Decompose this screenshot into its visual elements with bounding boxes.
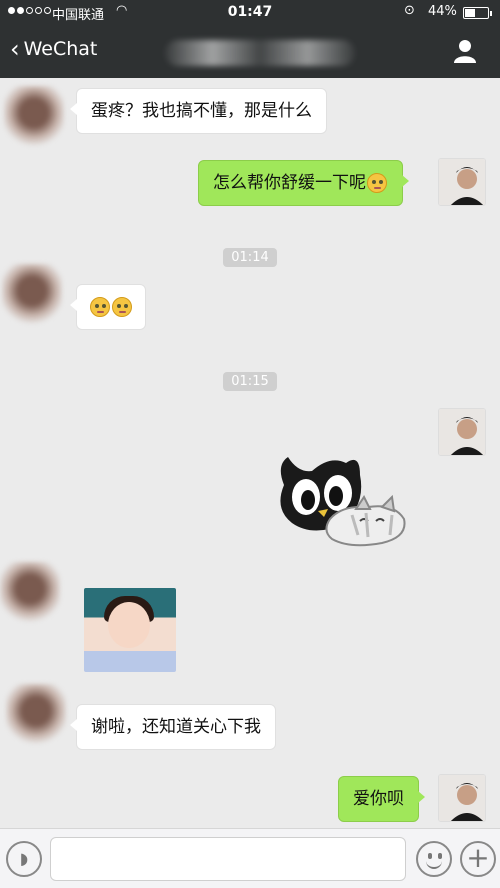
back-button[interactable]: ‹ WeChat xyxy=(10,35,98,63)
my-avatar[interactable] xyxy=(438,158,486,206)
chevron-left-icon: ‹ xyxy=(10,35,20,63)
message-text: 怎么帮你舒缓一下呢 xyxy=(213,173,366,193)
battery-icon xyxy=(463,7,492,19)
chat-area[interactable]: 蛋疼？我也搞不懂，那是什么 怎么帮你舒缓一下呢 01:14 01:15 谢啦，还… xyxy=(0,78,500,828)
person-icon[interactable] xyxy=(452,38,478,64)
child-photo[interactable] xyxy=(84,588,176,672)
plus-icon[interactable]: + xyxy=(460,841,496,877)
input-bar: ◗ + xyxy=(0,828,500,888)
my-avatar[interactable] xyxy=(438,408,486,456)
top-bar: 中国联通 ◠ 01:47 ⊙ 44% ‹ WeChat xyxy=(0,0,500,78)
back-label: WeChat xyxy=(23,38,98,60)
message-input[interactable] xyxy=(50,837,406,881)
message-bubble-sent[interactable]: 怎么帮你舒缓一下呢 xyxy=(198,160,409,206)
blush-emoji-icon xyxy=(367,173,387,193)
contact-avatar[interactable] xyxy=(4,86,64,146)
status-time: 01:47 xyxy=(227,4,273,20)
message-bubble-sent[interactable]: 爱你呗 xyxy=(338,776,425,822)
message-bubble-received[interactable]: 蛋疼？我也搞不懂，那是什么 xyxy=(70,88,327,134)
navigation-bar: ‹ WeChat xyxy=(0,26,500,78)
dizzy-face-icon xyxy=(112,297,132,317)
dizzy-face-icon xyxy=(90,297,110,317)
contact-avatar[interactable] xyxy=(2,264,62,324)
contact-avatar[interactable] xyxy=(0,562,60,622)
chat-title-redacted xyxy=(165,40,355,66)
timestamp: 01:15 xyxy=(0,370,500,391)
message-bubble-received[interactable] xyxy=(70,284,146,330)
timestamp: 01:14 xyxy=(0,246,500,267)
battery-percent: 44% xyxy=(428,4,457,19)
voice-icon[interactable]: ◗ xyxy=(6,841,42,877)
orientation-lock-icon: ⊙ xyxy=(404,3,415,18)
black-cat-sticker[interactable] xyxy=(272,445,412,555)
emoji-icon[interactable] xyxy=(416,841,452,877)
message-bubble-received[interactable]: 谢啦，还知道关心下我 xyxy=(70,704,276,750)
contact-avatar[interactable] xyxy=(6,684,66,744)
status-bar: 中国联通 ◠ 01:47 ⊙ 44% xyxy=(0,0,500,26)
my-avatar[interactable] xyxy=(438,774,486,822)
